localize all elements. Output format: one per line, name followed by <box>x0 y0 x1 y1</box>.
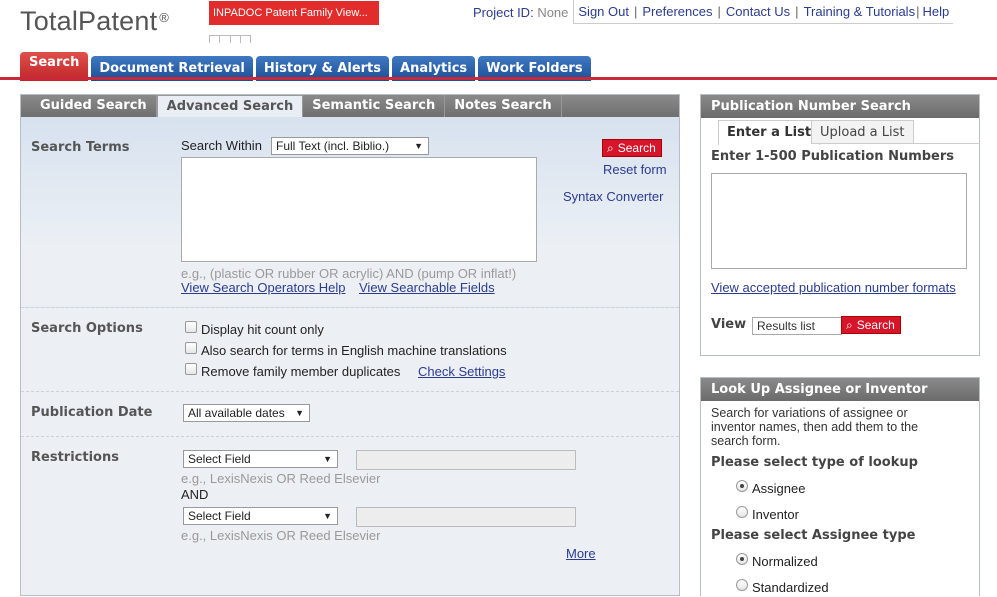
search-within-select[interactable]: Full Text (incl. Biblio.) ▼ <box>271 137 429 155</box>
pubnum-search-button[interactable]: ⌕ Search <box>841 316 901 334</box>
help-link[interactable]: Help <box>922 0 949 23</box>
subtab-advanced-search[interactable]: Advanced Search <box>156 95 304 118</box>
tab-upload-list[interactable]: Upload a List <box>811 120 914 144</box>
project-id: Project ID: None <box>473 4 569 20</box>
preferences-link[interactable]: Preferences <box>642 0 712 23</box>
view-label: View <box>711 317 747 332</box>
search-subtabs: Guided Search Advanced Search Semantic S… <box>21 95 679 118</box>
radio-assignee-label: Assignee <box>752 481 806 496</box>
search-operators-help-link[interactable]: View Search Operators Help <box>181 280 346 295</box>
search-icon: ⌕ <box>607 141 614 155</box>
hit-count-label: Display hit count only <box>201 322 324 337</box>
remove-duplicates-label: Remove family member duplicates <box>201 364 401 379</box>
radio-standardized[interactable] <box>736 579 748 591</box>
hit-count-checkbox[interactable] <box>185 321 197 333</box>
search-terms-section: Search Terms Search Within Full Text (in… <box>21 117 679 308</box>
restriction-value-input-2[interactable] <box>356 507 576 527</box>
publication-date-select[interactable]: All available dates ▼ <box>183 404 310 422</box>
publication-date-section: Publication Date All available dates ▼ <box>21 392 679 437</box>
inpadoc-family-view-button[interactable]: INPADOC Patent Family View... <box>209 1 379 25</box>
lookup-header: Look Up Assignee or Inventor <box>701 378 979 401</box>
search-terms-label: Search Terms <box>31 140 130 155</box>
search-options-label: Search Options <box>31 321 143 336</box>
search-icon: ⌕ <box>846 318 853 332</box>
pubnum-textarea[interactable] <box>711 173 967 269</box>
radio-assignee[interactable] <box>736 480 748 492</box>
remove-duplicates-checkbox[interactable] <box>185 363 197 375</box>
tab-enter-list[interactable]: Enter a List <box>718 120 821 145</box>
search-options-section: Search Options Display hit count only Al… <box>21 308 679 392</box>
lookup-panel: Look Up Assignee or Inventor Search for … <box>700 377 980 596</box>
pubnum-instruction: Enter 1-500 Publication Numbers <box>711 149 955 164</box>
radio-normalized[interactable] <box>736 553 748 565</box>
pubnum-tabs: Enter a List Upload a List <box>718 120 980 145</box>
subtab-guided-search[interactable]: Guided Search <box>31 95 157 117</box>
window-controls[interactable] <box>209 35 251 43</box>
publication-date-label: Publication Date <box>31 405 153 420</box>
restriction-and-operator: AND <box>181 487 209 502</box>
totalpatent-logo: TotalPatent ® <box>20 6 170 36</box>
accepted-formats-link[interactable]: View accepted publication number formats <box>711 280 956 295</box>
restrictions-section: Restrictions Select Field ▼ e.g., LexisNe… <box>21 437 679 597</box>
more-restrictions-link[interactable]: More <box>566 546 596 561</box>
search-terms-textarea[interactable] <box>181 157 537 262</box>
check-settings-link[interactable]: Check Settings <box>418 364 505 379</box>
lookup-type-label: Please select type of lookup <box>711 455 918 470</box>
contact-us-link[interactable]: Contact Us <box>726 0 790 23</box>
view-select[interactable]: Results list <box>752 317 842 335</box>
restriction-value-input-1[interactable] <box>356 450 576 470</box>
training-tutorials-link[interactable]: Training & Tutorials <box>804 0 916 23</box>
publication-number-panel: Publication Number Search Enter a List U… <box>700 94 980 356</box>
lookup-description: Search for variations of assignee or inv… <box>711 406 919 448</box>
searchable-fields-link[interactable]: View Searchable Fields <box>359 280 495 295</box>
sign-out-link[interactable]: Sign Out <box>578 0 629 23</box>
machine-translation-label: Also search for terms in English machine… <box>201 343 507 358</box>
advanced-search-panel: Guided Search Advanced Search Semantic S… <box>20 94 680 596</box>
restriction-example-2: e.g., LexisNexis OR Reed Elsevier <box>181 528 381 543</box>
restriction-field-select-2[interactable]: Select Field ▼ <box>183 507 338 525</box>
publication-number-header: Publication Number Search <box>701 95 979 118</box>
radio-standardized-label: Standardized <box>752 580 829 595</box>
restriction-example-1: e.g., LexisNexis OR Reed Elsevier <box>181 471 381 486</box>
restriction-field-select-1[interactable]: Select Field ▼ <box>183 450 338 468</box>
syntax-converter-link[interactable]: Syntax Converter <box>563 189 663 204</box>
machine-translation-checkbox[interactable] <box>185 342 197 354</box>
reset-form-link[interactable]: Reset form <box>603 162 667 177</box>
search-within-label: Search Within <box>181 138 262 153</box>
subtab-notes-search[interactable]: Notes Search <box>445 95 562 117</box>
search-terms-example: e.g., (plastic OR rubber OR acrylic) AND… <box>181 266 517 281</box>
assignee-type-label: Please select Assignee type <box>711 528 916 543</box>
tab-underline <box>0 77 997 80</box>
restrictions-label: Restrictions <box>31 450 119 465</box>
subtab-semantic-search[interactable]: Semantic Search <box>303 95 446 117</box>
radio-inventor-label: Inventor <box>752 507 799 522</box>
top-utility-bar: Project ID: None Sign Out | Preferences | … <box>468 0 954 24</box>
radio-normalized-label: Normalized <box>752 554 818 569</box>
search-button[interactable]: ⌕ Search <box>602 139 662 157</box>
radio-inventor[interactable] <box>736 506 748 518</box>
